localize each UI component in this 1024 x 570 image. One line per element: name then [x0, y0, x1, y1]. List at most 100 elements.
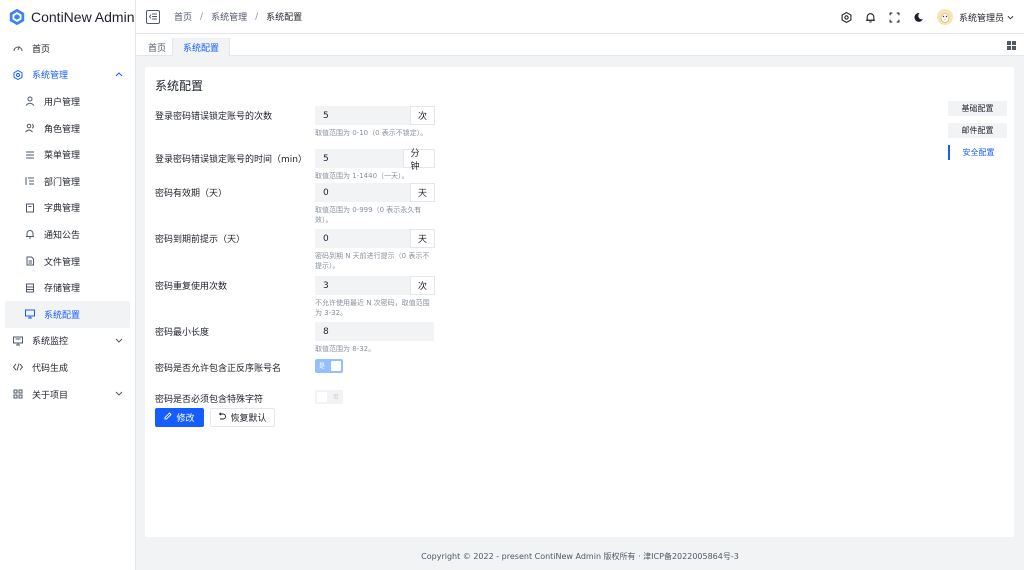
- sidebar-item-users[interactable]: 用户管理: [0, 88, 135, 115]
- sidebar: ContiNew Admin 首页 系统管理 用户管理 角色管理 菜单管理 部门…: [0, 0, 136, 570]
- username[interactable]: 系统管理员: [959, 11, 1004, 24]
- reset-button-label: 恢复默认: [230, 414, 267, 424]
- sidebar-item-departments[interactable]: 部门管理: [0, 168, 135, 195]
- switch-knob: [331, 361, 341, 371]
- header: 首页 / 系统管理 / 系统配置 系统管理员: [136, 0, 1024, 34]
- config-card: 系统配置 登录密码错误锁定账号的次数 5 次 取值范围为 0-10（0 表示不锁…: [145, 67, 1014, 537]
- field-label: 密码是否必须包含特殊字符: [155, 395, 264, 405]
- page-title: 系统配置: [155, 79, 204, 93]
- storage-icon: [24, 282, 36, 294]
- field-help: 取值范围为 1-1440（一天）。: [315, 172, 409, 180]
- computer-icon: [12, 335, 24, 347]
- sidebar-item-label: 角色管理: [44, 124, 81, 135]
- switch-text: 否: [332, 394, 339, 401]
- field-label: 登录密码错误锁定账号的次数: [155, 112, 273, 122]
- apps-icon: [12, 388, 24, 400]
- fullscreen-icon[interactable]: [889, 11, 901, 23]
- field-label: 密码有效期（天）: [155, 189, 228, 199]
- settings-icon[interactable]: [841, 11, 853, 23]
- bell-icon: [24, 228, 36, 240]
- tab-system-config[interactable]: 系统配置: [172, 38, 231, 56]
- edit-icon: [164, 412, 173, 423]
- expiry-reminder-input[interactable]: 0: [315, 229, 410, 248]
- sidebar-item-about[interactable]: 关于项目: [0, 381, 135, 408]
- sidebar-item-label: 系统管理: [32, 71, 69, 82]
- anchor-basic-config[interactable]: 基础配置: [948, 101, 1007, 116]
- breadcrumb-separator: /: [200, 11, 204, 22]
- tree-list-icon: [24, 175, 36, 187]
- file-icon: [24, 255, 36, 267]
- anchor-security-config[interactable]: 安全配置: [948, 145, 1007, 160]
- grid-icon[interactable]: [1007, 41, 1016, 50]
- anchor-mail-config[interactable]: 邮件配置: [948, 123, 1007, 138]
- chevron-down-icon: [115, 389, 123, 399]
- app-title: ContiNew Admin: [31, 9, 135, 25]
- anchor-nav: 基础配置 邮件配置 安全配置: [948, 101, 1007, 167]
- sidebar-item-notices[interactable]: 通知公告: [0, 221, 135, 248]
- edit-button-label: 修改: [176, 414, 195, 424]
- field-label: 密码重复使用次数: [155, 282, 228, 292]
- sidebar-item-system-config[interactable]: 系统配置: [5, 300, 130, 328]
- sidebar-item-label: 部门管理: [44, 177, 81, 188]
- sidebar-item-system[interactable]: 系统管理: [0, 62, 135, 89]
- special-char-switch[interactable]: 否: [315, 390, 343, 404]
- breadcrumb-separator: /: [255, 11, 259, 22]
- password-expiry-input[interactable]: 0: [315, 183, 410, 202]
- breadcrumb-item: 系统配置: [266, 13, 303, 23]
- field-label: 密码最小长度: [155, 328, 210, 338]
- avatar[interactable]: [936, 9, 953, 25]
- unit-suffix: 次: [410, 106, 436, 125]
- sidebar-item-label: 字典管理: [44, 204, 81, 215]
- allow-username-switch[interactable]: 是: [315, 359, 343, 373]
- chevron-down-icon: [115, 336, 123, 346]
- field-help: 取值范围为 0-999（0 表示永久有效）。: [315, 206, 422, 224]
- sidebar-item-roles[interactable]: 角色管理: [0, 115, 135, 142]
- chevron-down-icon[interactable]: [1007, 15, 1014, 20]
- field-help: 密码到期 N 天前进行提示（0 表示不提示）。: [315, 252, 430, 270]
- tab-bar: 首页 系统配置: [136, 34, 1024, 56]
- breadcrumb-item[interactable]: 首页: [174, 10, 192, 23]
- unit-suffix: 分钟: [402, 149, 436, 172]
- bookmark-icon: [24, 202, 36, 214]
- sidebar-item-label: 首页: [32, 44, 51, 55]
- dashboard-icon: [12, 42, 24, 54]
- undo-icon: [218, 412, 227, 423]
- sidebar-item-files[interactable]: 文件管理: [0, 248, 135, 275]
- reset-button[interactable]: 恢复默认: [210, 408, 275, 427]
- unit-suffix: 天: [410, 229, 436, 248]
- sidebar-item-label: 存储管理: [44, 284, 81, 295]
- tab-label: 首页: [148, 43, 167, 54]
- sidebar-item-label: 代码生成: [32, 363, 69, 374]
- sidebar-item-codegen[interactable]: 代码生成: [0, 354, 135, 381]
- tab-home[interactable]: 首页: [138, 38, 176, 56]
- sidebar-item-label: 关于项目: [32, 390, 69, 401]
- sidebar-item-dictionary[interactable]: 字典管理: [0, 195, 135, 222]
- sidebar-item-monitor[interactable]: 系统监控: [0, 328, 135, 355]
- logo-icon: [9, 8, 25, 26]
- edit-button[interactable]: 修改: [155, 408, 204, 427]
- lock-time-input[interactable]: 5: [315, 149, 403, 168]
- user-group-icon: [24, 122, 36, 134]
- sidebar-item-menus[interactable]: 菜单管理: [0, 141, 135, 168]
- moon-icon[interactable]: [913, 11, 925, 23]
- user-icon: [24, 95, 36, 107]
- bell-icon[interactable]: [865, 11, 877, 23]
- sidebar-item-label: 文件管理: [44, 257, 81, 268]
- lock-count-input[interactable]: 5: [315, 106, 410, 125]
- password-reuse-input[interactable]: 3: [315, 276, 410, 295]
- logo[interactable]: ContiNew Admin: [0, 0, 135, 34]
- main-content: 系统配置 登录密码错误锁定账号的次数 5 次 取值范围为 0-10（0 表示不锁…: [136, 56, 1024, 570]
- sidebar-item-label: 菜单管理: [44, 151, 81, 162]
- min-length-input[interactable]: 8: [315, 322, 434, 341]
- field-help: 不允许使用最近 N 次密码，取值范围为 3-32。: [315, 299, 430, 317]
- sidebar-item-home[interactable]: 首页: [0, 35, 135, 62]
- field-label: 密码是否允许包含正反序账号名: [155, 364, 282, 374]
- unit-suffix: 次: [410, 276, 436, 295]
- breadcrumb-item[interactable]: 系统管理: [211, 10, 247, 23]
- switch-knob: [317, 392, 327, 402]
- sidebar-item-label: 通知公告: [44, 230, 81, 241]
- menu-fold-icon[interactable]: [146, 9, 160, 24]
- sidebar-item-storage[interactable]: 存储管理: [0, 274, 135, 301]
- field-help: 取值范围为 8-32。: [315, 345, 376, 353]
- settings-icon: [12, 69, 24, 81]
